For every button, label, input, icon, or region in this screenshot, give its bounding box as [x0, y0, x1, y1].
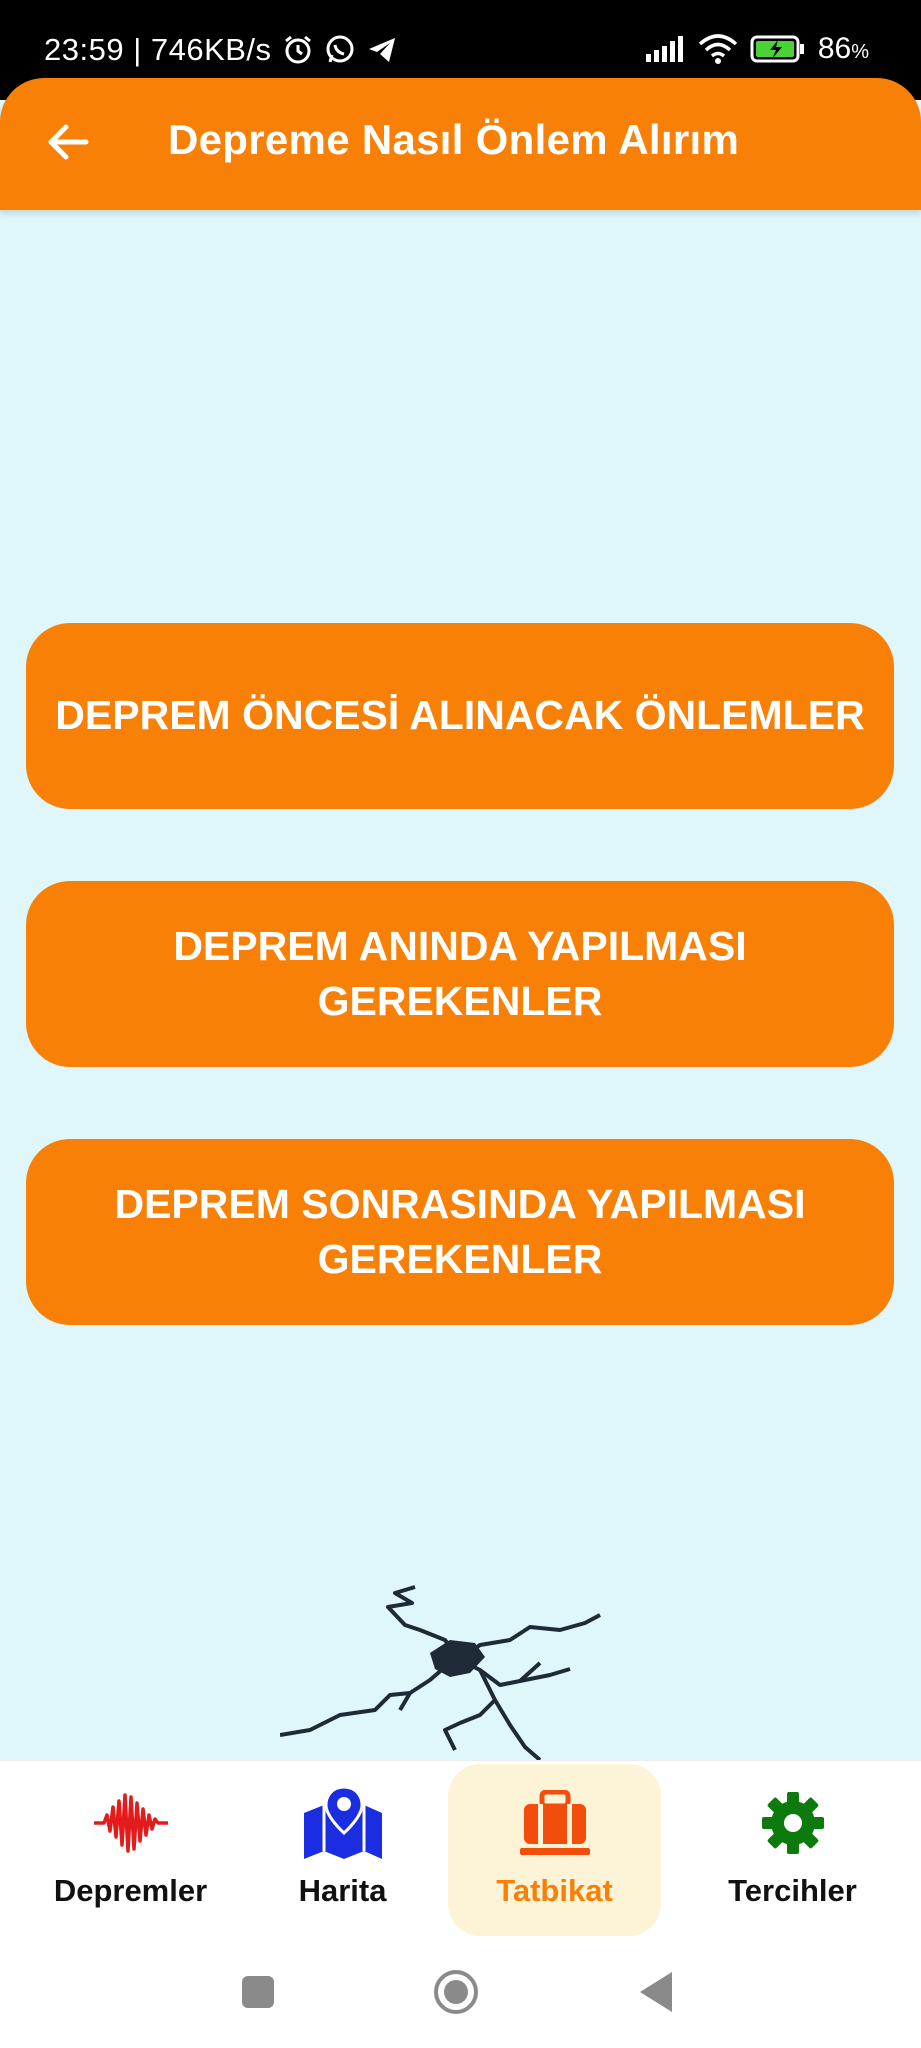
recents-button[interactable]	[240, 1974, 276, 2010]
alarm-icon	[284, 35, 311, 64]
status-right: 86%	[645, 32, 869, 66]
battery-unit: %	[851, 41, 869, 63]
map-pin-icon	[303, 1785, 382, 1859]
during-earthquake-button[interactable]: DEPREM ANINDA YAPILMASI GEREKENLER	[26, 881, 894, 1067]
before-earthquake-button[interactable]: DEPREM ÖNCESİ ALINACAK ÖNLEMLER	[26, 623, 894, 809]
nav-item-depremler[interactable]: Depremler	[24, 1761, 237, 1951]
battery-value: 86	[817, 32, 852, 65]
telegram-icon	[368, 38, 395, 62]
nav-label-tercihler: Tercihler	[728, 1873, 857, 1908]
battery-level: 86%	[818, 32, 869, 66]
signal-icon	[645, 36, 683, 62]
status-left: 23:59 | 746KB/s	[44, 32, 398, 68]
home-button[interactable]	[432, 1968, 480, 2016]
system-navigation-bar	[0, 1950, 921, 2048]
seismic-wave-icon	[93, 1793, 168, 1853]
nav-label-harita: Harita	[298, 1873, 387, 1908]
page-title: Depreme Nasıl Önlem Alırım	[168, 116, 740, 163]
arrow-left-icon	[48, 124, 89, 160]
whatsapp-icon	[326, 35, 354, 63]
nav-item-tercihler[interactable]: Tercihler	[686, 1761, 899, 1951]
gear-icon	[761, 1792, 824, 1854]
nav-label-tatbikat: Tatbikat	[496, 1873, 613, 1908]
nav-label-depremler: Depremler	[53, 1873, 208, 1908]
nav-item-tatbikat[interactable]: Tatbikat	[448, 1764, 661, 1936]
briefcase-icon	[519, 1790, 590, 1855]
nav-item-harita[interactable]: Harita	[236, 1761, 449, 1951]
status-time-speed: 23:59 | 746KB/s	[44, 32, 272, 67]
back-nav-button[interactable]	[638, 1970, 674, 2014]
battery-icon	[750, 35, 804, 63]
bottom-navigation: Depremler Harita Tatbikat Tercihler	[0, 1760, 921, 1951]
app-bar: Depreme Nasıl Önlem Alırım	[0, 78, 921, 210]
ground-crack-illustration	[280, 1585, 601, 1762]
wifi-icon	[698, 34, 737, 64]
main-content: DEPREM ÖNCESİ ALINACAK ÖNLEMLER DEPREM A…	[0, 210, 921, 1760]
back-button[interactable]	[38, 112, 98, 172]
after-earthquake-button[interactable]: DEPREM SONRASINDA YAPILMASI GEREKENLER	[26, 1139, 894, 1325]
